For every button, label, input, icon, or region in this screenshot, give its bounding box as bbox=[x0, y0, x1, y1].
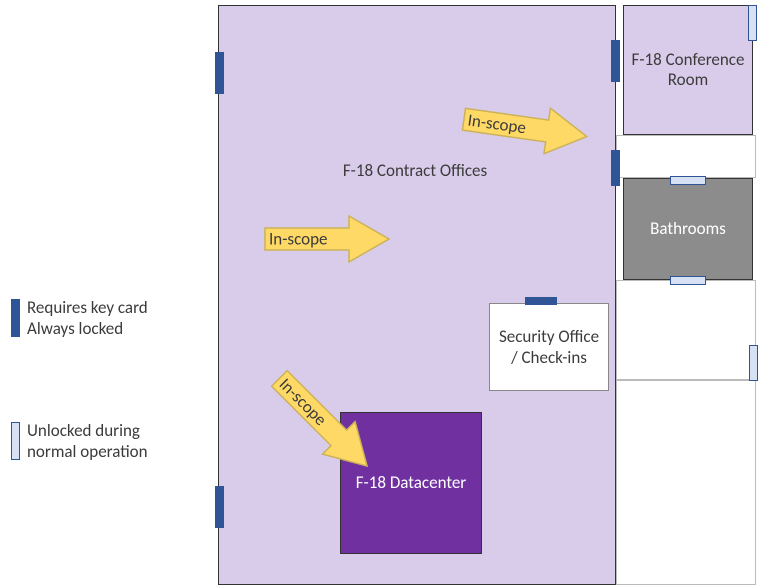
label-bathrooms: Bathrooms bbox=[650, 219, 726, 239]
hall-segment-bottom bbox=[616, 380, 756, 585]
legend-text-locked: Requires key card Always locked bbox=[27, 297, 148, 340]
door-locked-3 bbox=[611, 40, 620, 82]
legend-swatch-locked bbox=[11, 299, 20, 337]
door-locked-2 bbox=[215, 486, 224, 528]
label-datacenter: F-18 Datacenter bbox=[356, 473, 466, 493]
label-security-office: Security Office / Check-ins bbox=[496, 326, 602, 369]
room-conference: F-18 Conference Room bbox=[623, 5, 753, 135]
door-unlocked-1 bbox=[670, 176, 706, 185]
hall-segment-mid bbox=[616, 280, 756, 380]
door-locked-5 bbox=[525, 297, 557, 305]
door-unlocked-4 bbox=[748, 5, 757, 41]
door-unlocked-3 bbox=[749, 345, 758, 381]
legend-text-unlocked: Unlocked during normal operation bbox=[27, 420, 148, 463]
door-locked-4 bbox=[611, 150, 620, 186]
door-locked-1 bbox=[215, 52, 224, 94]
arrow-label-2: In-scope bbox=[269, 229, 327, 250]
hall-segment-top bbox=[616, 135, 756, 178]
label-contract-offices: F-18 Contract Offices bbox=[285, 160, 545, 181]
floorplan-diagram: F-18 Contract Offices F-18 Conference Ro… bbox=[0, 0, 758, 588]
room-bathrooms: Bathrooms bbox=[623, 178, 753, 280]
label-conference: F-18 Conference Room bbox=[624, 50, 752, 91]
room-security-office: Security Office / Check-ins bbox=[489, 303, 609, 391]
arrow-inscope-2: In-scope bbox=[263, 214, 391, 264]
door-unlocked-2 bbox=[670, 276, 706, 285]
legend-swatch-unlocked bbox=[11, 422, 20, 460]
